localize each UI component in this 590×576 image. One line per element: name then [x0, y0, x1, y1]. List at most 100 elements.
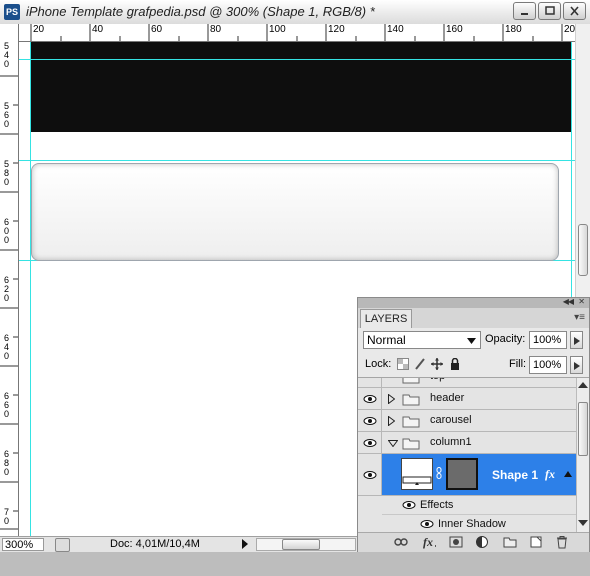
- ruler-label: 80: [210, 24, 222, 35]
- layer-list-scrollbar[interactable]: [576, 378, 589, 532]
- opacity-slider-button[interactable]: [570, 331, 583, 349]
- maximize-button[interactable]: [538, 2, 561, 20]
- zoom-preview-icon[interactable]: [55, 538, 70, 552]
- mask-icon[interactable]: [449, 535, 463, 549]
- ruler-label-text: 540: [3, 41, 9, 69]
- close-panel-icon[interactable]: ✕: [578, 297, 585, 306]
- ruler-label: 540: [3, 42, 11, 69]
- maximize-icon: [545, 6, 555, 15]
- ruler-label-text: 660: [3, 391, 9, 419]
- new-layer-icon[interactable]: [529, 535, 543, 549]
- layer-thumbnail[interactable]: [401, 458, 433, 490]
- layer-row[interactable]: header: [358, 388, 576, 410]
- fill-label: Fill:: [509, 358, 527, 370]
- zoom-level-field[interactable]: 300%: [2, 538, 44, 551]
- layer-name: column1: [430, 436, 472, 448]
- horizontal-scrollbar[interactable]: [256, 538, 356, 551]
- vertical-ruler[interactable]: 540 560 580 600 620 640 660 680 70: [0, 24, 19, 536]
- visibility-toggle[interactable]: [358, 410, 382, 431]
- status-menu-arrow-icon[interactable]: [240, 538, 250, 550]
- effects-row[interactable]: Effects: [382, 496, 576, 515]
- link-layers-icon[interactable]: [394, 535, 408, 549]
- lock-all-icon[interactable]: [449, 358, 461, 370]
- vertical-guide[interactable]: [30, 42, 31, 536]
- ruler-label: 70: [3, 508, 11, 526]
- ruler-label: 180: [505, 24, 522, 35]
- blend-row: Normal Opacity: 100%: [358, 328, 589, 352]
- folder-icon: [402, 394, 420, 406]
- collapse-triangle-icon[interactable]: [388, 440, 398, 447]
- scroll-thumb[interactable]: [578, 224, 588, 276]
- scroll-down-icon[interactable]: [578, 520, 588, 527]
- layer-name: carousel: [430, 414, 472, 426]
- layer-list: top header carousel column: [358, 378, 576, 532]
- eye-icon: [363, 395, 377, 403]
- expand-triangle-icon[interactable]: [388, 416, 395, 426]
- minimize-icon: [521, 13, 528, 15]
- lock-label: Lock:: [365, 358, 392, 370]
- panel-menu-icon[interactable]: ▾≡: [574, 312, 585, 323]
- eye-icon[interactable]: [402, 500, 416, 510]
- layer-effects-badge[interactable]: fx: [545, 467, 555, 482]
- trash-icon[interactable]: [555, 535, 569, 549]
- adjustment-icon[interactable]: [475, 535, 489, 549]
- visibility-toggle[interactable]: [358, 432, 382, 453]
- horizontal-guide[interactable]: [19, 59, 575, 60]
- horizontal-ruler[interactable]: 20 40 60 80 100 120 140 160 180 20: [18, 24, 575, 42]
- lock-image-pixels-icon[interactable]: [414, 358, 426, 370]
- shape-thumbnail-icon: [402, 476, 432, 485]
- ruler-label: 120: [328, 24, 345, 35]
- effects-toggle-icon[interactable]: [564, 471, 572, 477]
- layer-row[interactable]: carousel: [358, 410, 576, 432]
- ruler-label: 160: [446, 24, 463, 35]
- workspace-background: [0, 552, 590, 576]
- tab-layers[interactable]: LAYERS: [360, 309, 412, 328]
- layer-name: header: [430, 392, 465, 404]
- opacity-input[interactable]: 100%: [529, 331, 567, 349]
- title-bar[interactable]: PS iPhone Template grafpedia.psd @ 300% …: [0, 0, 590, 25]
- close-button[interactable]: [563, 2, 586, 20]
- layer-row[interactable]: top: [358, 378, 576, 388]
- ruler-label: 560: [3, 102, 11, 129]
- ruler-label-text: 70: [3, 507, 9, 526]
- scroll-up-icon[interactable]: [578, 381, 588, 388]
- link-icon[interactable]: [436, 467, 442, 479]
- ruler-label: 580: [3, 160, 11, 187]
- selected-shape-layer[interactable]: [31, 163, 559, 261]
- fill-input[interactable]: 100%: [529, 356, 567, 374]
- scroll-thumb[interactable]: [282, 539, 320, 550]
- effects-label: Effects: [420, 499, 454, 511]
- eye-icon[interactable]: [420, 519, 434, 529]
- visibility-toggle[interactable]: [358, 454, 382, 495]
- ruler-label: 140: [387, 24, 404, 35]
- lock-transparency-icon[interactable]: [397, 358, 409, 370]
- scroll-thumb[interactable]: [578, 402, 588, 456]
- layer-row[interactable]: column1: [358, 432, 576, 454]
- ruler-label: 680: [3, 450, 11, 477]
- minimize-button[interactable]: [513, 2, 536, 20]
- expand-triangle-icon[interactable]: [388, 394, 395, 404]
- photoshop-app-icon: PS: [4, 4, 20, 20]
- ruler-label: 640: [3, 334, 11, 361]
- horizontal-guide[interactable]: [19, 160, 575, 161]
- panel-header-strip[interactable]: ◀◀ ✕: [358, 297, 589, 308]
- visibility-toggle[interactable]: [358, 378, 382, 387]
- new-group-icon[interactable]: [503, 535, 517, 549]
- folder-open-icon: [402, 438, 420, 450]
- fill-slider-button[interactable]: [570, 356, 583, 374]
- collapse-panel-icon[interactable]: ◀◀: [563, 297, 574, 306]
- lock-row: Lock: Fill: 100%: [358, 352, 589, 378]
- ruler-label-text: 640: [3, 333, 9, 361]
- ruler-label-text: 620: [3, 275, 9, 303]
- ruler-label: 600: [3, 218, 11, 245]
- blend-mode-select[interactable]: Normal: [363, 331, 481, 349]
- vector-mask-thumbnail[interactable]: [446, 458, 478, 490]
- lock-position-icon[interactable]: [431, 358, 443, 370]
- layer-row-selected[interactable]: Shape 1 fx: [358, 454, 576, 496]
- inner-shadow-row[interactable]: Inner Shadow: [382, 515, 576, 532]
- header-shape[interactable]: [30, 42, 571, 132]
- status-bar: 300% Doc: 4,01M/10,4M: [0, 536, 360, 553]
- fx-icon[interactable]: fx: [422, 535, 436, 549]
- ruler-label: 60: [151, 24, 163, 35]
- visibility-toggle[interactable]: [358, 388, 382, 409]
